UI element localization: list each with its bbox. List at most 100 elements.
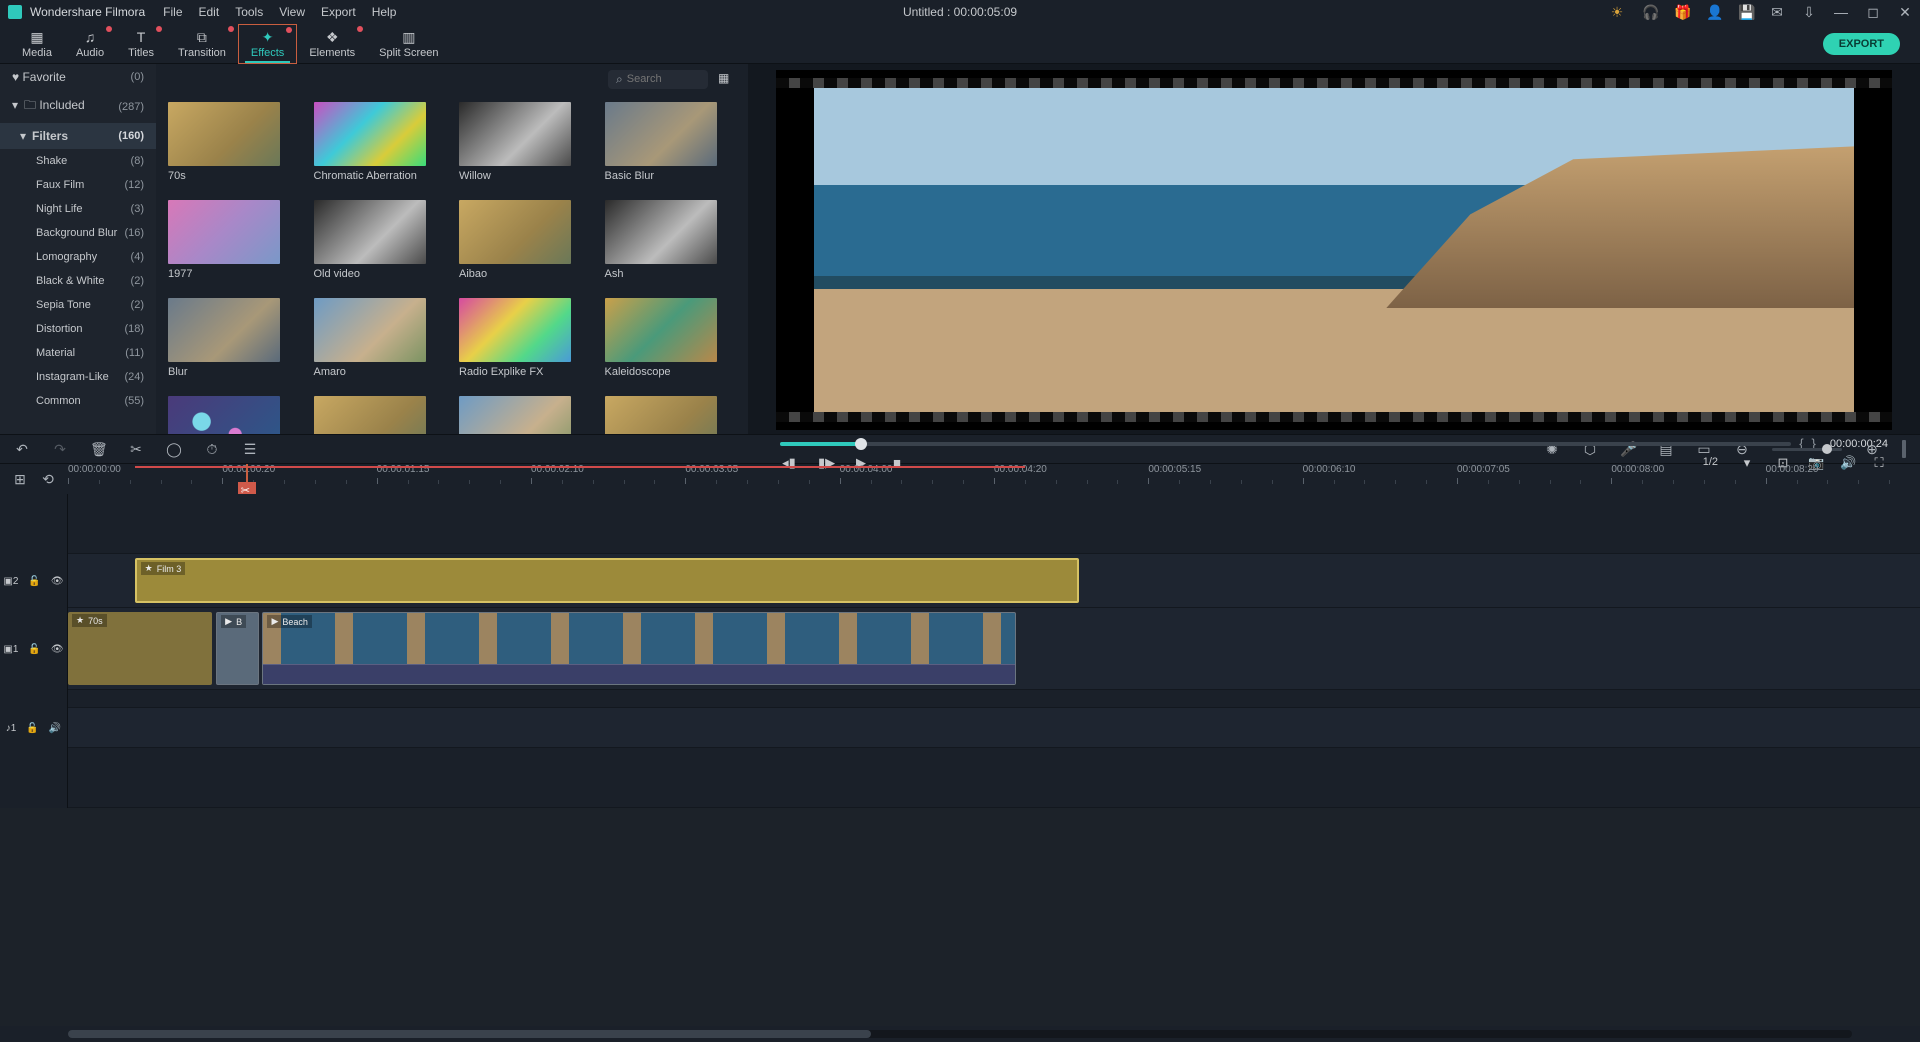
view-grid-icon[interactable]: ▦ — [718, 71, 734, 87]
audio-icon: ♫ — [81, 29, 99, 45]
sidebar-item-sepia-tone[interactable]: Sepia Tone(2) — [0, 293, 156, 317]
sidebar-item-black-&-white[interactable]: Black & White(2) — [0, 269, 156, 293]
sidebar-item-material[interactable]: Material(11) — [0, 341, 156, 365]
tab-effects[interactable]: ✦Effects — [238, 24, 297, 64]
track-head-audio[interactable]: ♪1 🔓 🔊 — [0, 708, 68, 748]
message-icon[interactable]: ✉ — [1770, 5, 1784, 19]
effect-thumb[interactable]: 70s — [168, 102, 300, 182]
effect-thumb[interactable]: Ash — [605, 200, 737, 280]
sidebar-item-lomography[interactable]: Lomography(4) — [0, 245, 156, 269]
sidebar-item-instagram-like[interactable]: Instagram-Like(24) — [0, 365, 156, 389]
sidebar-item-distortion[interactable]: Distortion(18) — [0, 317, 156, 341]
lock-icon[interactable]: 🔓 — [28, 576, 40, 587]
playhead[interactable] — [246, 464, 248, 494]
menu-view[interactable]: View — [279, 5, 305, 19]
effect-thumb[interactable] — [168, 396, 300, 434]
zoom-in-button[interactable]: ⊕ — [1864, 441, 1880, 457]
menu-help[interactable]: Help — [372, 5, 397, 19]
download-icon[interactable]: ⇩ — [1802, 5, 1816, 19]
effect-thumb[interactable] — [314, 396, 446, 434]
clip-beach[interactable]: ▶Beach — [262, 612, 1016, 685]
sidebar-included[interactable]: ▾🗀 Included (287) — [0, 90, 156, 123]
tips-icon[interactable]: ☀ — [1610, 5, 1624, 19]
menu-tools[interactable]: Tools — [235, 5, 263, 19]
menu-export[interactable]: Export — [321, 5, 356, 19]
module-tabs: ▦Media ♫Audio TTitles ⧉Transition ✦Effec… — [0, 24, 1920, 64]
effect-thumb[interactable]: Radio Explike FX — [459, 298, 591, 378]
tab-media[interactable]: ▦Media — [10, 24, 64, 64]
export-button[interactable]: EXPORT — [1823, 33, 1900, 55]
sidebar-favorite[interactable]: ♥ Favorite (0) — [0, 64, 156, 90]
zoom-slider[interactable] — [1772, 448, 1842, 451]
effect-thumb[interactable]: Chromatic Aberration — [314, 102, 446, 182]
eye-icon[interactable]: 👁 — [51, 576, 64, 587]
effect-thumb[interactable]: Basic Blur — [605, 102, 737, 182]
track-link-icon[interactable]: ⟲ — [40, 471, 56, 487]
tab-elements[interactable]: ❖Elements — [297, 24, 367, 64]
menu-file[interactable]: File — [163, 5, 182, 19]
support-icon[interactable]: 🎧 — [1642, 5, 1656, 19]
delete-button[interactable]: 🗑 — [90, 441, 106, 457]
preview-panel: { } 00:00:00:24 ◂▮ ▮▶ ▶ ■ 1/2 ▾ ⊡ 📷 🔊 ⛶ — [748, 64, 1920, 434]
account-icon[interactable]: 👤 — [1706, 5, 1720, 19]
thumb-image — [459, 102, 571, 166]
tab-splitscreen[interactable]: ▥Split Screen — [367, 24, 450, 64]
track-add-icon[interactable]: ⊞ — [12, 471, 28, 487]
effect-thumb[interactable]: Willow — [459, 102, 591, 182]
track-head-video[interactable]: ▣1 🔓 👁 — [0, 608, 68, 690]
timeline-hscroll[interactable] — [0, 1026, 1920, 1042]
split-button[interactable]: ✂ — [128, 441, 144, 457]
minimize-icon[interactable]: — — [1834, 5, 1848, 19]
effect-thumb[interactable]: 1977 — [168, 200, 300, 280]
close-icon[interactable]: ✕ — [1898, 5, 1912, 19]
effect-thumb[interactable]: Amaro — [314, 298, 446, 378]
thumb-image — [314, 298, 426, 362]
clip-film3[interactable]: ★Film 3 — [135, 558, 1080, 603]
sidebar-filters[interactable]: ▾Filters (160) — [0, 123, 156, 149]
search-input[interactable]: ⌕ — [608, 70, 708, 89]
track-head-fx[interactable]: ▣2 🔓 👁 — [0, 554, 68, 608]
main-area: ♥ Favorite (0) ▾🗀 Included (287) ▾Filter… — [0, 64, 1920, 434]
lock-icon[interactable]: 🔓 — [28, 644, 40, 655]
tab-transition[interactable]: ⧉Transition — [166, 24, 238, 64]
sidebar-item-faux-film[interactable]: Faux Film(12) — [0, 173, 156, 197]
clip-70s[interactable]: ★70s — [68, 612, 212, 685]
play-icon: ▶ — [225, 616, 232, 627]
undo-button[interactable]: ↶ — [14, 441, 30, 457]
lock-icon[interactable]: 🔓 — [26, 723, 38, 734]
gift-icon[interactable]: 🎁 — [1674, 5, 1688, 19]
effect-thumb[interactable]: Kaleidoscope — [605, 298, 737, 378]
track-video[interactable]: ▣1 🔓 👁 ★70s ▶B ▶Beach — [0, 608, 1920, 690]
clip-b[interactable]: ▶B — [216, 612, 259, 685]
crop-button[interactable]: ◯ — [166, 441, 182, 457]
search-field[interactable] — [627, 73, 687, 85]
thumb-label: Basic Blur — [605, 170, 737, 182]
preview-scrubber[interactable] — [780, 442, 1791, 446]
timeline-ruler[interactable]: 00:00:00:0000:00:00:2000:00:01:1500:00:0… — [68, 464, 1920, 494]
effect-thumb[interactable] — [605, 396, 737, 434]
color-button[interactable]: ☰ — [242, 441, 258, 457]
thumb-label: 1977 — [168, 268, 300, 280]
speed-button[interactable]: ⏱ — [204, 441, 220, 457]
effect-thumb[interactable]: Old video — [314, 200, 446, 280]
zoom-fit-button[interactable] — [1902, 440, 1906, 458]
track-effects[interactable]: ▣2 🔓 👁 ★Film 3 — [0, 554, 1920, 608]
effect-thumb[interactable]: Blur — [168, 298, 300, 378]
speaker-icon[interactable]: 🔊 — [49, 723, 61, 734]
save-icon[interactable]: 💾 — [1738, 5, 1752, 19]
sidebar-item-background-blur[interactable]: Background Blur(16) — [0, 221, 156, 245]
redo-button[interactable]: ↷ — [52, 441, 68, 457]
sidebar-item-shake[interactable]: Shake(8) — [0, 149, 156, 173]
track-audio[interactable]: ♪1 🔓 🔊 — [0, 708, 1920, 748]
tab-titles[interactable]: TTitles — [116, 24, 166, 64]
effect-thumb[interactable]: Aibao — [459, 200, 591, 280]
tab-audio[interactable]: ♫Audio — [64, 24, 116, 64]
eye-icon[interactable]: 👁 — [51, 644, 64, 655]
maximize-icon[interactable]: ◻ — [1866, 5, 1880, 19]
sidebar-item-common[interactable]: Common(55) — [0, 389, 156, 413]
effect-thumb[interactable] — [459, 396, 591, 434]
thumb-image — [605, 200, 717, 264]
sidebar-item-night-life[interactable]: Night Life(3) — [0, 197, 156, 221]
menu-edit[interactable]: Edit — [199, 5, 220, 19]
thumbnail-grid[interactable]: 70sChromatic AberrationWillow Basic Blur 1… — [156, 94, 748, 434]
